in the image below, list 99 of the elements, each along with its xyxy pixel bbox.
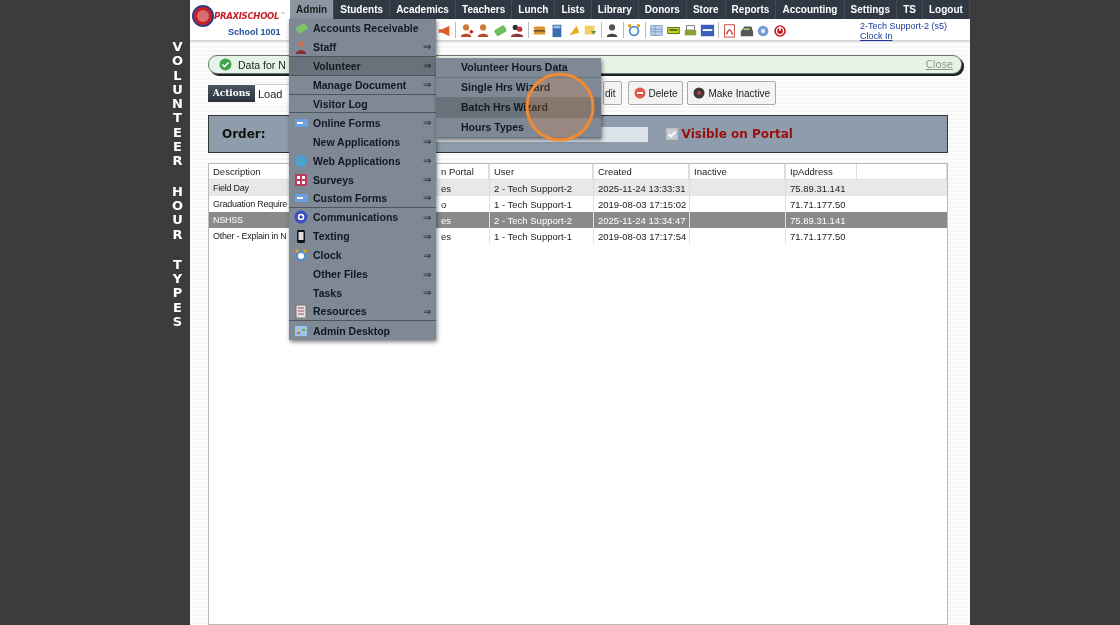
column-header[interactable]: IpAddress [785, 164, 857, 179]
table-cell: 2025-11-24 13:33:31 [593, 180, 689, 196]
nav-tab[interactable]: Donors [638, 0, 687, 19]
menu-item[interactable]: Hours Types [436, 118, 601, 138]
menu-item[interactable]: Admin Desktop [289, 321, 436, 341]
nav-tab[interactable]: Settings [844, 0, 898, 19]
grid-icon [649, 22, 664, 38]
table-cell-text: Other - Explain in N [212, 230, 288, 243]
alarm-clock-icon [294, 248, 308, 263]
notification-text: Data for N [238, 58, 286, 71]
nav-tab[interactable]: Lists [555, 0, 592, 19]
menu-item[interactable]: Tasks ⇒ [289, 283, 436, 303]
table-cell: 2019-08-03 17:17:54 [593, 228, 689, 244]
window-icon [294, 323, 308, 338]
school-name: School 1001 [228, 27, 281, 37]
submenu-arrow: ⇒ [423, 155, 431, 167]
table-cell: Field Day [209, 180, 290, 196]
submenu-arrow: ⇒ [423, 211, 431, 223]
column-header[interactable]: n Portal [437, 164, 489, 179]
nav-tab[interactable]: Teachers [456, 0, 513, 19]
table-cell-text: Graduation Require [212, 198, 289, 211]
menu-item[interactable]: Other Files ⇒ [289, 264, 436, 284]
actions-button[interactable]: Actions [208, 84, 255, 102]
table-cell: es [437, 180, 489, 196]
menu-item[interactable]: Clock ⇒ [289, 245, 436, 265]
checkbox-label: Visible on Portal [681, 127, 793, 141]
document-icon [294, 304, 308, 319]
check-icon [219, 58, 232, 71]
edit-button[interactable]: dit [603, 81, 622, 105]
nav-tab[interactable]: Accounting [776, 0, 845, 19]
at-sign-icon [294, 210, 308, 225]
table-cell: 1 - Tech Support-1 [489, 228, 593, 244]
menu-item[interactable]: New Applications ⇒ [289, 132, 436, 152]
submenu-arrow: ⇒ [423, 79, 431, 91]
tiles-icon [294, 172, 308, 187]
menu-item[interactable]: Texting ⇒ [289, 226, 436, 246]
printer-icon [683, 22, 698, 38]
table-cell-text: o [440, 197, 448, 212]
submenu-arrow: ⇒ [423, 287, 431, 299]
submenu-arrow: ⇒ [423, 60, 431, 72]
nav-tab[interactable]: TS [897, 0, 923, 19]
table-cell: 2 - Tech Support-2 [489, 180, 593, 196]
table-cell: 75.89.31.141 [785, 180, 857, 196]
ticket-icon [493, 22, 508, 38]
table-cell: es [437, 212, 489, 228]
phone-icon [294, 229, 308, 244]
submenu-arrow: ⇒ [423, 117, 431, 129]
submenu-arrow: ⇒ [423, 230, 431, 242]
vertical-title: HOUR [171, 184, 184, 242]
checkbox[interactable] [665, 128, 678, 140]
menu-item[interactable]: Staff ⇒ [289, 37, 436, 57]
alarm-clock-icon [627, 22, 642, 38]
column-header[interactable]: Created [593, 164, 689, 179]
submenu-arrow: ⇒ [423, 249, 431, 261]
submenu-arrow: ⇒ [423, 268, 431, 280]
submenu-arrow: ⇒ [423, 41, 431, 53]
delete-button[interactable]: Delete [627, 81, 684, 105]
order-label: Order: [222, 127, 266, 141]
person-icon [476, 22, 491, 38]
user-icon [605, 22, 620, 38]
menu-item[interactable]: Resources ⇒ [289, 302, 436, 322]
people-icon [510, 22, 525, 38]
table-cell: 75.89.31.141 [785, 212, 857, 228]
table-cell: 2025-11-24 13:34:47 [593, 212, 689, 228]
menu-item[interactable]: Accounts Receivable [289, 19, 436, 38]
menu-item[interactable]: Custom Forms ⇒ [289, 189, 436, 208]
submenu-arrow: ⇒ [423, 174, 431, 186]
vertical-title: TYPES [171, 257, 184, 330]
table-cell: 71.71.177.50 [785, 228, 857, 244]
person-add-icon [459, 22, 474, 38]
nav-tab[interactable]: Reports [725, 0, 777, 19]
nav-tab[interactable]: Store [686, 0, 726, 19]
menu-item[interactable]: Communications ⇒ [289, 207, 436, 227]
menu-item[interactable]: Surveys ⇒ [289, 170, 436, 189]
submenu-arrow: ⇒ [423, 136, 431, 148]
nav-tab[interactable]: Admin [290, 0, 335, 19]
menu-item[interactable]: Online Forms ⇒ [289, 113, 436, 133]
nav-tab[interactable]: Logout [922, 0, 970, 19]
vertical-title: VOLUNTEER [171, 40, 184, 169]
nav-tab[interactable]: Library [591, 0, 639, 19]
submenu-arrow: ⇒ [423, 305, 431, 317]
person-icon [294, 39, 308, 54]
globe-icon [294, 153, 308, 168]
pdf-icon [722, 22, 737, 38]
delete-icon [633, 87, 646, 99]
column-header[interactable]: User [489, 164, 593, 179]
submenu-arrow: ⇒ [423, 192, 431, 204]
stop-icon [693, 87, 706, 99]
user-name: 2-Tech Support-2 (s5) [860, 21, 949, 31]
brand-name: PRAXISCHOOL [214, 11, 281, 21]
menu-item[interactable]: Web Applications ⇒ [289, 151, 436, 171]
power-icon [773, 22, 788, 38]
table-cell: NSHSS [209, 212, 290, 228]
nav-tab[interactable]: Lunch [512, 0, 556, 19]
clock-in-link[interactable]: Clock In [860, 31, 893, 41]
table-cell: 2 - Tech Support-2 [489, 212, 593, 228]
column-header[interactable]: Inactive [689, 164, 785, 179]
menu-item[interactable]: Volunteer Hours Data [436, 58, 601, 78]
table-cell-text: es [440, 229, 453, 244]
